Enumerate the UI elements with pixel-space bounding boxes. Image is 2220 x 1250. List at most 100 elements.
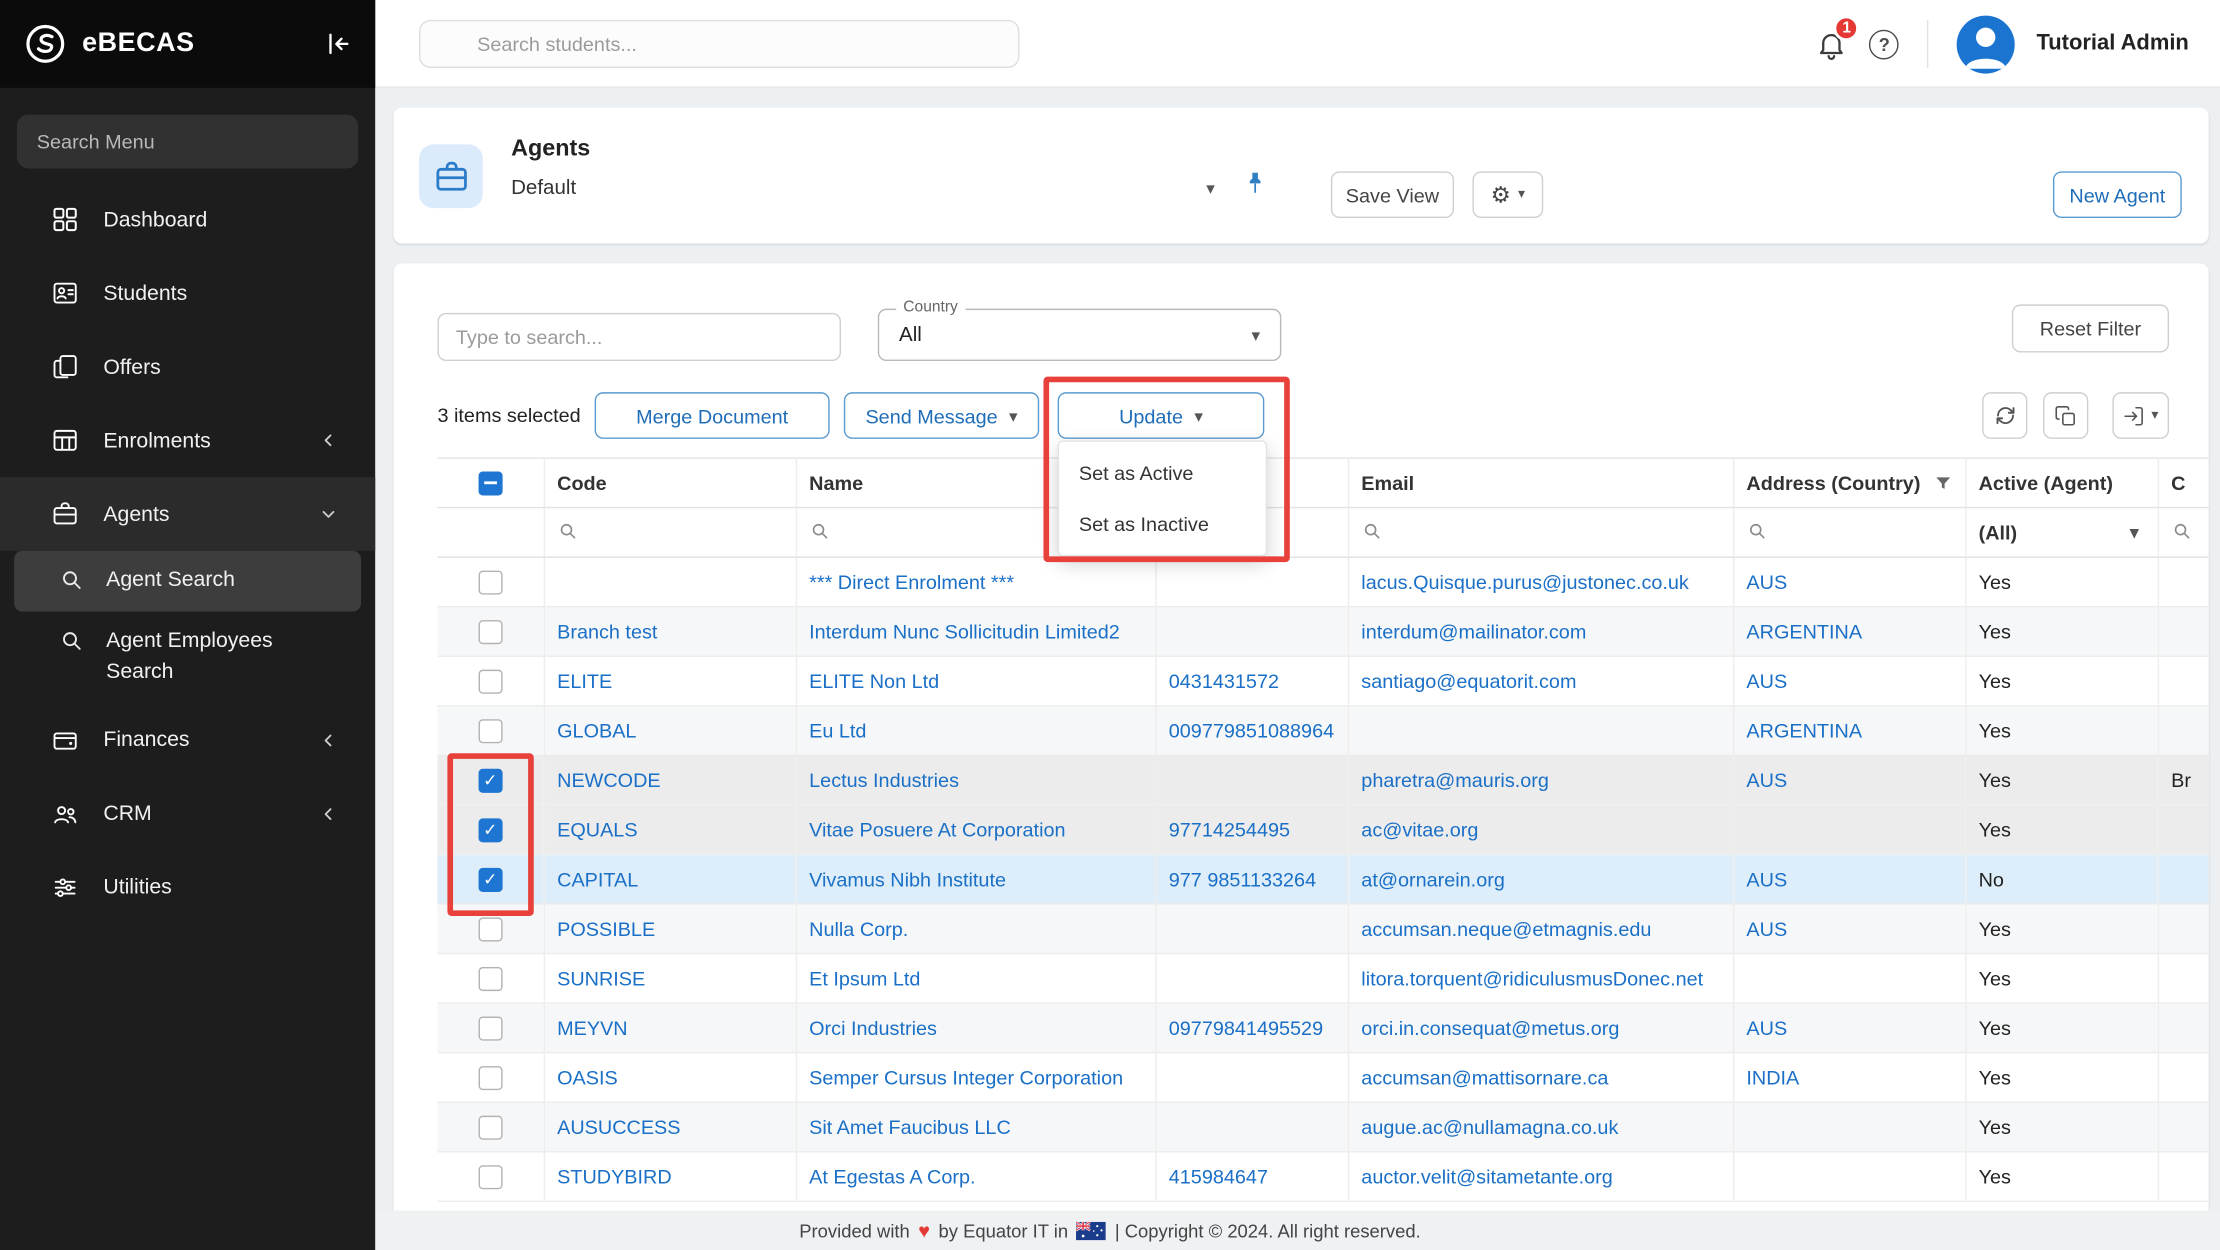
export-button[interactable]: ▾ [2112, 392, 2169, 439]
row-checkbox[interactable] [478, 1165, 502, 1189]
copy-button[interactable] [2043, 392, 2088, 439]
code-link[interactable]: EQUALS [557, 818, 637, 841]
sidebar-item-agent-employees-search[interactable]: Agent Employees Search [14, 611, 361, 703]
country-link[interactable]: AUS [1746, 769, 1787, 792]
menu-item-set-as-inactive[interactable]: Set as Inactive [1059, 498, 1266, 549]
code-column-search[interactable] [544, 508, 796, 558]
update-button[interactable]: Update ▾ [1058, 392, 1265, 439]
row-checkbox[interactable]: ✓ [478, 867, 502, 891]
name-link[interactable]: Lectus Industries [809, 769, 959, 792]
email-link[interactable]: accumsan.neque@etmagnis.edu [1361, 917, 1651, 940]
name-link[interactable]: Vivamus Nibh Institute [809, 868, 1006, 891]
merge-document-button[interactable]: Merge Document [595, 392, 830, 439]
column-header-active[interactable]: Active (Agent) [1965, 458, 2158, 508]
code-link[interactable]: GLOBAL [557, 719, 636, 742]
code-link[interactable]: AUSUCCESS [557, 1116, 680, 1139]
email-link[interactable]: santiago@equatorit.com [1361, 670, 1576, 693]
country-link[interactable]: AUS [1746, 917, 1787, 940]
column-header-code[interactable]: Code [544, 458, 796, 508]
address-column-search[interactable] [1733, 508, 1965, 558]
filter-funnel-icon[interactable] [1933, 474, 1951, 492]
country-filter-select[interactable]: Country All ▾ [878, 309, 1282, 361]
name-link[interactable]: Orci Industries [809, 1017, 937, 1040]
active-filter-select[interactable]: (All) ▾ [1979, 521, 2145, 544]
sidebar-item-agent-search[interactable]: Agent Search [14, 551, 361, 611]
sidebar-item-agents[interactable]: Agents [0, 477, 375, 551]
email-link[interactable]: lacus.Quisque.purus@justonec.co.uk [1361, 571, 1689, 594]
row-checkbox[interactable] [478, 669, 502, 693]
country-link[interactable]: ARGENTINA [1746, 719, 1862, 742]
code-link[interactable]: MEYVN [557, 1017, 628, 1040]
code-link[interactable]: POSSIBLE [557, 917, 655, 940]
student-search-input[interactable] [419, 20, 1019, 68]
phone-link[interactable]: 415984647 [1169, 1165, 1268, 1188]
menu-search-input[interactable] [17, 115, 358, 169]
refresh-button[interactable] [1982, 392, 2027, 439]
email-link[interactable]: ac@vitae.org [1361, 818, 1478, 841]
code-link[interactable]: Branch test [557, 620, 657, 643]
table-scroll-area[interactable]: Code Name Email Address (Country) [437, 457, 2208, 1210]
name-link[interactable]: *** Direct Enrolment *** [809, 571, 1014, 594]
row-checkbox[interactable] [478, 1115, 502, 1139]
name-link[interactable]: Nulla Corp. [809, 917, 908, 940]
row-checkbox[interactable] [478, 1016, 502, 1040]
email-link[interactable]: auctor.velit@sitametante.org [1361, 1165, 1613, 1188]
column-header-email[interactable]: Email [1348, 458, 1733, 508]
reset-filter-button[interactable]: Reset Filter [2012, 304, 2169, 352]
row-checkbox[interactable] [478, 1065, 502, 1089]
code-link[interactable]: OASIS [557, 1066, 618, 1089]
phone-link[interactable]: 0431431572 [1169, 670, 1279, 693]
code-link[interactable]: CAPITAL [557, 868, 638, 891]
row-checkbox[interactable] [478, 619, 502, 643]
send-message-button[interactable]: Send Message ▾ [844, 392, 1039, 439]
name-link[interactable]: Sit Amet Faucibus LLC [809, 1116, 1011, 1139]
code-link[interactable]: NEWCODE [557, 769, 661, 792]
menu-item-set-as-active[interactable]: Set as Active [1059, 447, 1266, 498]
column-header-address[interactable]: Address (Country) [1733, 458, 1965, 508]
email-link[interactable]: interdum@mailinator.com [1361, 620, 1586, 643]
row-checkbox[interactable]: ✓ [478, 818, 502, 842]
row-checkbox[interactable] [478, 917, 502, 941]
name-link[interactable]: Interdum Nunc Sollicitudin Limited2 [809, 620, 1120, 643]
email-link[interactable]: at@ornarein.org [1361, 868, 1505, 891]
phone-link[interactable]: 009779851088964 [1169, 719, 1334, 742]
country-link[interactable]: AUS [1746, 670, 1787, 693]
column-header-extra[interactable]: C [2158, 458, 2209, 508]
code-link[interactable]: SUNRISE [557, 967, 645, 990]
name-link[interactable]: ELITE Non Ltd [809, 670, 939, 693]
pin-icon[interactable] [1242, 170, 1269, 197]
sidebar-item-students[interactable]: Students [0, 256, 375, 330]
settings-gear-button[interactable]: ⚙ ▾ [1472, 171, 1543, 218]
country-link[interactable]: AUS [1746, 571, 1787, 594]
country-link[interactable]: ARGENTINA [1746, 620, 1862, 643]
notifications-bell-icon[interactable]: 1 [1816, 28, 1849, 61]
select-all-checkbox[interactable] [478, 471, 502, 495]
sidebar-item-crm[interactable]: CRM [0, 777, 375, 851]
email-link[interactable]: pharetra@mauris.org [1361, 769, 1549, 792]
sidebar-item-utilities[interactable]: Utilities [0, 850, 375, 924]
email-link[interactable]: litora.torquent@ridiculusmusDonec.net [1361, 967, 1703, 990]
row-checkbox[interactable] [478, 570, 502, 594]
name-link[interactable]: Semper Cursus Integer Corporation [809, 1066, 1123, 1089]
country-link[interactable]: AUS [1746, 1017, 1787, 1040]
help-icon[interactable]: ? [1869, 29, 1899, 59]
save-view-button[interactable]: Save View [1331, 171, 1454, 218]
country-link[interactable]: INDIA [1746, 1066, 1799, 1089]
name-link[interactable]: At Egestas A Corp. [809, 1165, 975, 1188]
phone-link[interactable]: 977 9851133264 [1169, 868, 1316, 891]
sidebar-item-enrolments[interactable]: Enrolments [0, 404, 375, 478]
table-search-input[interactable] [437, 313, 841, 361]
avatar[interactable] [1957, 15, 2015, 73]
email-column-search[interactable] [1348, 508, 1733, 558]
name-link[interactable]: Vitae Posuere At Corporation [809, 818, 1065, 841]
sidebar-item-dashboard[interactable]: Dashboard [0, 183, 375, 257]
code-link[interactable]: ELITE [557, 670, 612, 693]
phone-link[interactable]: 09779841495529 [1169, 1017, 1323, 1040]
phone-link[interactable]: 97714254495 [1169, 818, 1290, 841]
new-agent-button[interactable]: New Agent [2053, 171, 2182, 218]
sidebar-item-offers[interactable]: Offers [0, 330, 375, 404]
country-link[interactable]: AUS [1746, 868, 1787, 891]
view-selector[interactable]: Default ▾ [511, 177, 1215, 200]
row-checkbox[interactable] [478, 966, 502, 990]
email-link[interactable]: augue.ac@nullamagna.co.uk [1361, 1116, 1618, 1139]
